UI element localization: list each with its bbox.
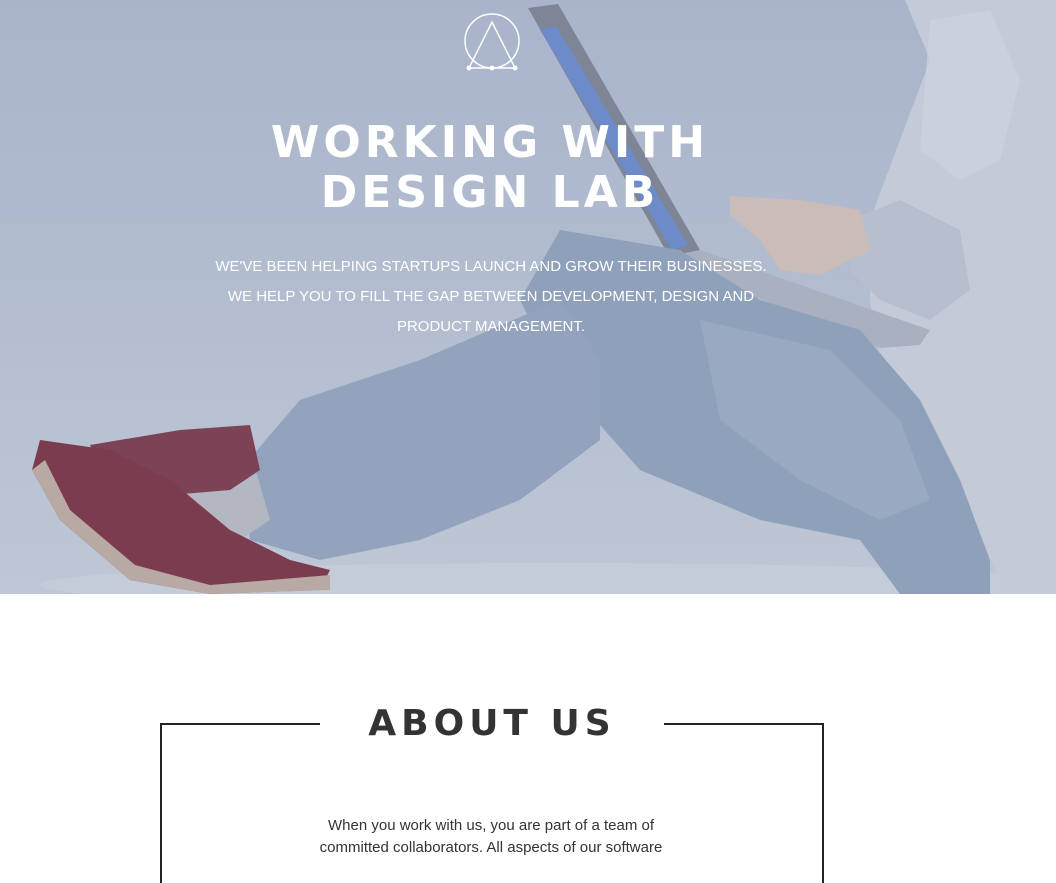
hero-title-line-1: WORKING WITH — [270, 117, 710, 168]
hero-description-line-2: WE HELP YOU TO FILL THE GAP BETWEEN DEVE… — [227, 288, 755, 305]
about-description: When you work with us, you are part of a… — [296, 815, 686, 859]
hero-description-line-1: WE'VE BEEN HELPING STARTUPS LAUNCH AND G… — [215, 258, 767, 275]
hero-description: WE'VE BEEN HELPING STARTUPS LAUNCH AND G… — [190, 252, 792, 342]
hero-title-line-2: DESIGN LAB — [320, 167, 660, 218]
about-section: ABOUT US When you work with us, you are … — [0, 594, 1056, 883]
hero-section: WORKING WITH DESIGN LAB WE'VE BEEN HELPI… — [0, 0, 1056, 594]
about-frame-top-right-border — [664, 723, 822, 725]
about-description-line-1: When you work with us, you are part of a… — [328, 817, 654, 834]
hero-title: WORKING WITH DESIGN LAB — [0, 118, 980, 218]
triangle-circle-logo-icon[interactable] — [463, 12, 521, 72]
about-frame — [160, 723, 824, 883]
about-frame-top-left-border — [160, 723, 320, 725]
about-description-line-2: committed collaborators. All aspects of … — [319, 839, 663, 856]
hero-description-line-3: PRODUCT MANAGEMENT. — [396, 318, 586, 335]
about-title: ABOUT US — [368, 703, 616, 744]
